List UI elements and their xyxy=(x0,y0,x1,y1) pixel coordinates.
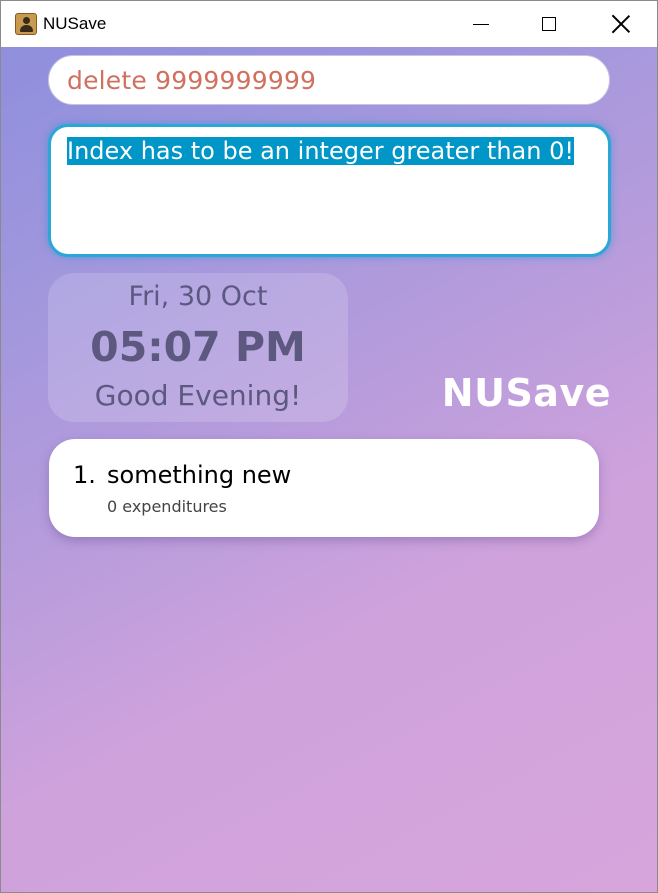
close-icon xyxy=(612,15,630,33)
window-title: NUSave xyxy=(43,14,107,33)
result-message: Index has to be an integer greater than … xyxy=(67,137,574,165)
title-bar[interactable]: NUSave xyxy=(1,1,657,47)
maximize-icon xyxy=(542,17,556,31)
list-item-index: 1. xyxy=(73,461,96,489)
app-contact-icon xyxy=(15,13,37,35)
minimize-button[interactable] xyxy=(447,1,515,47)
main-panel: delete 9999999999 Index has to be an int… xyxy=(1,47,657,892)
clock-time: 05:07 PM xyxy=(90,323,306,371)
list-item-name: something new xyxy=(107,461,292,489)
list-item[interactable]: 1. something new 0 expenditures xyxy=(49,439,599,537)
clock-greeting: Good Evening! xyxy=(94,379,302,412)
command-input[interactable]: delete 9999999999 xyxy=(48,55,610,105)
clock-date: Fri, 30 Oct xyxy=(128,281,268,312)
close-button[interactable] xyxy=(587,1,655,47)
list-item-expenditures: 0 expenditures xyxy=(107,497,227,516)
maximize-button[interactable] xyxy=(515,1,583,47)
minimize-icon xyxy=(473,23,489,25)
brand-title: NUSave xyxy=(441,371,611,415)
clock-card: Fri, 30 Oct 05:07 PM Good Evening! xyxy=(48,273,348,422)
app-window: NUSave delete 9999999999 Index has to be… xyxy=(0,0,658,893)
command-input-text: delete 9999999999 xyxy=(67,65,317,95)
result-display[interactable]: Index has to be an integer greater than … xyxy=(48,124,611,257)
